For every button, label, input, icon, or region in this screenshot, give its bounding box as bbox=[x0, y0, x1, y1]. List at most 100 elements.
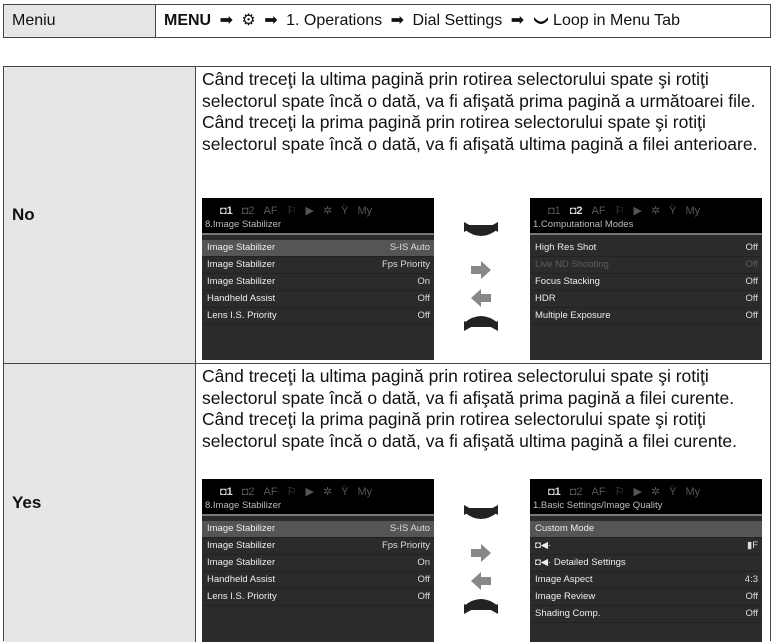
screen-tab: My bbox=[357, 486, 373, 498]
menu-item-label: HDR bbox=[535, 293, 556, 304]
menu-item-label: Multiple Exposure bbox=[535, 310, 611, 321]
screen-tab: My bbox=[357, 205, 373, 217]
screen-tab: ◘2 bbox=[569, 486, 583, 498]
dial-down-icon bbox=[464, 222, 498, 236]
menu-item-label: Image Review bbox=[535, 591, 596, 602]
screen-menu-item: Live ND Shooting Off bbox=[530, 257, 762, 274]
screen-tab: AF bbox=[263, 486, 278, 498]
menu-step-loop: Loop in Menu Tab bbox=[553, 12, 680, 29]
menu-item-label: Image Stabilizer bbox=[207, 523, 276, 534]
screen-tab: ◘2 bbox=[241, 486, 255, 498]
camera-screen-basic-settings: ◘1 ◘2 AF ⚐ ▶ ✲ Ÿ My 1.Basic Settings/Image Qual… bbox=[530, 479, 762, 642]
menu-item-label: Image Stabilizer bbox=[207, 259, 276, 270]
screen-tab-bar: ◘1 ◘2 AF ⚐ ▶ ✲ Ÿ My bbox=[530, 479, 762, 498]
menu-item-label: Handheld Assist bbox=[207, 574, 276, 585]
screen-tab: ✲ bbox=[322, 486, 333, 498]
menu-item-label: ◘◀· Detailed Settings bbox=[535, 557, 626, 568]
arrow-left-icon bbox=[471, 289, 491, 307]
screen-tab: ▶ bbox=[633, 205, 642, 217]
screen-menu-item: Custom Mode bbox=[530, 521, 762, 538]
screen-tab: AF bbox=[591, 486, 606, 498]
screen-tab: Ÿ bbox=[341, 205, 349, 217]
option-body: Când treceţi la ultima pagină prin rotir… bbox=[196, 364, 770, 642]
menu-item-label: High Res Shot bbox=[535, 242, 597, 253]
screen-menu-item: Image Review Off bbox=[530, 589, 762, 606]
menu-item-label: Shading Comp. bbox=[535, 608, 601, 619]
screen-menu-item: Image Stabilizer Fps Priority bbox=[202, 538, 434, 555]
screen-menu-list: Image Stabilizer S-IS Auto Image Stabilize… bbox=[202, 521, 434, 606]
menu-item-value: Off bbox=[745, 242, 759, 253]
screen-menu-item: Shading Comp. Off bbox=[530, 606, 762, 623]
menu-item-label: Image Stabilizer bbox=[207, 276, 276, 287]
screen-menu-item: HDR Off bbox=[530, 291, 762, 308]
menu-item-value: Fps Priority bbox=[381, 259, 430, 270]
screen-tab: AF bbox=[263, 205, 278, 217]
screen-menu-item: Image Stabilizer Fps Priority bbox=[202, 257, 434, 274]
option-description: Când treceţi la ultima pagină prin rotir… bbox=[202, 366, 770, 452]
arrow-right-icon bbox=[471, 544, 491, 562]
menu-item-label: Image Stabilizer bbox=[207, 242, 276, 253]
menu-item-label: Lens I.S. Priority bbox=[207, 591, 277, 602]
screen-tab: AF bbox=[591, 205, 606, 217]
screen-menu-list: High Res Shot Off Live ND Shooting Off Focus… bbox=[530, 240, 762, 325]
arrow-right-icon: ➡ bbox=[510, 12, 525, 29]
menu-step-dial-settings: Dial Settings bbox=[412, 12, 503, 29]
menu-item-value: Off bbox=[417, 574, 431, 585]
menu-item-value: Off bbox=[745, 591, 759, 602]
screen-menu-item: Image Stabilizer S-IS Auto bbox=[202, 521, 434, 538]
dial-navigation-diagram bbox=[461, 500, 501, 620]
screen-menu-item: Multiple Exposure Off bbox=[530, 308, 762, 325]
menu-item-label: Image Stabilizer bbox=[207, 540, 276, 551]
screen-menu-item: High Res Shot Off bbox=[530, 240, 762, 257]
screen-menu-item: Handheld Assist Off bbox=[202, 291, 434, 308]
gear-icon: ⚙ bbox=[241, 12, 256, 29]
screen-tab: ▶ bbox=[305, 205, 314, 217]
screen-subtitle: 8.Image Stabilizer bbox=[202, 217, 434, 235]
screen-menu-item: Image Stabilizer S-IS Auto bbox=[202, 240, 434, 257]
menu-path-label: Meniu bbox=[4, 5, 156, 37]
arrow-right-icon: ➡ bbox=[390, 12, 404, 29]
menu-item-value: Off bbox=[417, 293, 431, 304]
screen-menu-item: Lens I.S. Priority Off bbox=[202, 589, 434, 606]
screen-subtitle: 8.Image Stabilizer bbox=[202, 498, 434, 516]
screen-tab: Ÿ bbox=[669, 205, 677, 217]
screen-tab: ◘2 bbox=[569, 205, 583, 217]
screen-tab: ✲ bbox=[650, 205, 661, 217]
menu-item-value: On bbox=[417, 557, 430, 568]
screen-menu-item: Image Stabilizer On bbox=[202, 555, 434, 572]
menu-item-label: Live ND Shooting bbox=[535, 259, 609, 270]
dial-navigation-diagram bbox=[461, 217, 501, 337]
arrow-right-icon: ➡ bbox=[264, 12, 278, 29]
screen-tab: Ÿ bbox=[669, 486, 677, 498]
menu-item-label: Custom Mode bbox=[535, 523, 595, 534]
menu-item-value: ▮F bbox=[746, 540, 758, 551]
loop-icon bbox=[533, 12, 549, 29]
menu-item-value: Off bbox=[745, 276, 759, 287]
menu-path: MENU ➡ ⚙ ➡ 1. Operations ➡ Dial Settings… bbox=[156, 5, 770, 37]
screen-tab-bar: ◘1 ◘2 AF ⚐ ▶ ✲ Ÿ My bbox=[202, 479, 434, 498]
screen-tab-bar: ◘1 ◘2 AF ⚐ ▶ ✲ Ÿ My bbox=[202, 198, 434, 217]
menu-item-value: Off bbox=[745, 259, 759, 270]
options-table: No Când treceţi la ultima pagină prin ro… bbox=[3, 66, 771, 642]
camera-screen-computational: ◘1 ◘2 AF ⚐ ▶ ✲ Ÿ My 1.Computational Modes High … bbox=[530, 198, 762, 360]
menu-item-label: Handheld Assist bbox=[207, 293, 276, 304]
screen-tab: ◘2 bbox=[241, 205, 255, 217]
menu-item-value: S-IS Auto bbox=[389, 242, 430, 253]
option-body: Când treceţi la ultima pagină prin rotir… bbox=[196, 67, 770, 363]
screen-tab: ◘1 bbox=[220, 486, 233, 498]
menu-step-operations: 1. Operations bbox=[286, 12, 383, 29]
screen-tab-bar: ◘1 ◘2 AF ⚐ ▶ ✲ Ÿ My bbox=[530, 198, 762, 217]
screen-menu-item: ◘◀· ▮F bbox=[530, 538, 762, 555]
option-description: Când treceţi la ultima pagină prin rotir… bbox=[202, 69, 770, 155]
screen-tab: ◘1 bbox=[548, 205, 561, 217]
screen-menu-item: Image Stabilizer On bbox=[202, 274, 434, 291]
menu-item-value: Fps Priority bbox=[381, 540, 430, 551]
menu-item-label: ◘◀· bbox=[535, 540, 552, 551]
screen-tab: ▶ bbox=[305, 486, 314, 498]
menu-item-label: Image Stabilizer bbox=[207, 557, 276, 568]
screen-menu-item: Image Aspect 4:3 bbox=[530, 572, 762, 589]
option-label: Yes bbox=[4, 364, 196, 642]
menu-item-value: Off bbox=[745, 608, 759, 619]
screen-tab: Ÿ bbox=[341, 486, 349, 498]
screen-menu-item: Handheld Assist Off bbox=[202, 572, 434, 589]
